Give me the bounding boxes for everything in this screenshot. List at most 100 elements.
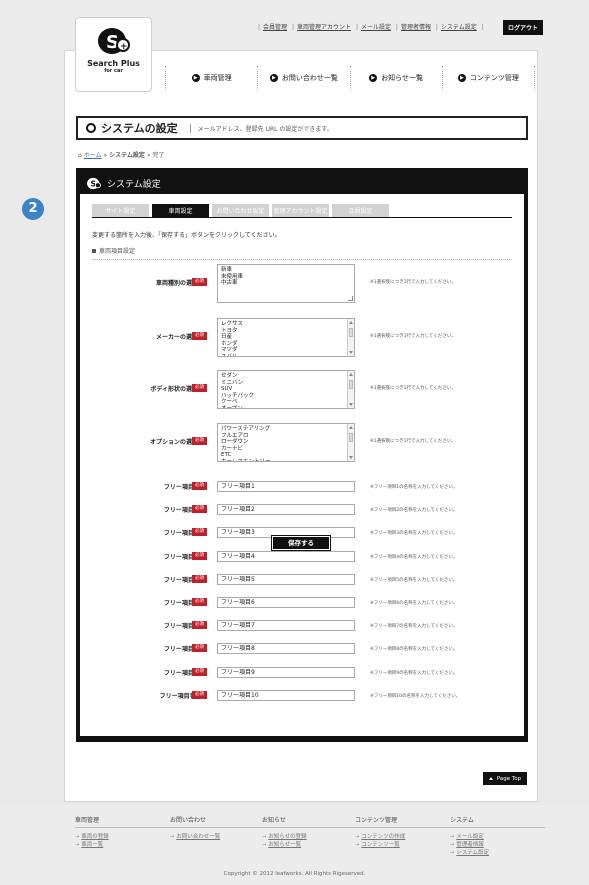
footer-link-wrap: → 管理者情報 [450,840,545,848]
nav-vehicles[interactable]: ▶ 車両管理 [165,66,257,90]
arrow-icon: → [170,834,175,840]
scroll-thumb[interactable] [349,433,353,442]
settings-panel: S システム設定 サイト設定 車両設定 お問い合わせ設定 管理アカウント設定 会… [76,168,528,742]
toplink-vehicle-accounts[interactable]: 車両管理アカウント [297,24,351,31]
breadcrumb-last: 完了 [152,152,165,159]
choices-textarea[interactable]: レクサス トヨタ 日産 ホンダ マツダ スバル [217,318,355,357]
svg-text:+: + [120,42,128,52]
separator: | [395,24,398,31]
footer-link-wrap: → システム設定 [450,848,545,856]
tab-admin-account[interactable]: 管理アカウント設定 [272,204,329,217]
free-item-note: ※フリー項目2の名称を入力してください。 [370,508,458,513]
toplink-mail-settings[interactable]: メール設定 [361,24,391,31]
copyright: Copyright © 2012 leafworks. All Rights R… [223,871,366,877]
free-item-note: ※フリー項目8の名称を入力してください。 [370,647,458,652]
scroll-down-icon[interactable] [349,456,353,459]
logo-subtitle: for car [104,68,123,74]
free-item-input[interactable]: フリー項目10 [217,690,355,701]
breadcrumb-home[interactable]: ホーム [84,152,102,159]
page-subtitle: メールアドレス、登録先 URL の設定ができます。 [189,123,333,133]
free-item-input[interactable]: フリー項目7 [217,620,355,631]
footer-column: システム → メール設定 → 管理者情報 → システム設定 [450,815,545,856]
nav-inquiries[interactable]: ▶ お問い合わせ一覧 [257,66,349,90]
square-icon [92,249,96,253]
scroll-up-icon[interactable] [349,321,353,324]
circle-icon [86,123,96,133]
breadcrumb-separator: » [103,152,108,159]
separator: | [481,24,484,31]
footer-heading: システム [450,815,545,828]
arrow-icon: → [75,842,80,848]
footer-link-wrap: → 車両の登録 [75,832,170,840]
choices-textarea[interactable]: セダン ミニバン SUV ハッチバック クーペ オープン [217,370,355,409]
toplink-admin-info[interactable]: 管理者情報 [401,24,431,31]
tab-members[interactable]: 会員設定 [332,204,389,217]
tab-site[interactable]: サイト設定 [92,204,149,217]
free-item-note: ※フリー項目4の名称を入力してください。 [370,555,458,560]
logout-button[interactable]: ログアウト [503,20,544,35]
nav-label: お知らせ一覧 [381,74,424,82]
section-heading: 車両項目設定 [92,246,512,260]
scrollbar[interactable] [347,371,354,408]
footer-link-wrap: → コンテンツ一覧 [355,840,450,848]
page-top-button[interactable]: Page Top [483,772,527,785]
free-item-input[interactable]: フリー項目8 [217,643,355,654]
choices-textarea[interactable]: 新車 未使用車 中古車 [217,264,355,303]
page-title: システムの設定 [101,122,178,135]
scrollbar[interactable] [347,424,354,461]
required-badge: 必須 [192,384,207,392]
footer-column: 車両管理 → 車両の登録 → 車両一覧 [75,815,170,848]
footer-link-wrap: → メール設定 [450,832,545,840]
scroll-thumb[interactable] [349,328,353,337]
scroll-down-icon[interactable] [349,351,353,354]
nav-label: 車両管理 [203,74,232,82]
footer-column: お問い合わせ → お問い合わせ一覧 [170,815,265,840]
free-item-note: ※フリー項目9の名称を入力してください。 [370,671,458,676]
free-item-input[interactable]: フリー項目9 [217,667,355,678]
free-item-input[interactable]: フリー項目1 [217,481,355,492]
toplink-members[interactable]: 会員管理 [263,24,287,31]
footer-heading: お知らせ [262,815,357,828]
logo[interactable]: S + Search Plus for car [75,17,152,92]
free-item-input[interactable]: フリー項目2 [217,504,355,515]
footer-link-wrap: → お問い合わせ一覧 [170,832,265,840]
free-item-input[interactable]: フリー項目6 [217,597,355,608]
footer: Copyright © 2012 leafworks. All Rights R… [0,805,589,885]
required-badge: 必須 [192,598,207,606]
required-badge: 必須 [192,505,207,513]
required-badge: 必須 [192,528,207,536]
logo-mark-icon: S [87,177,101,189]
breadcrumb-current: システム設定 [109,152,145,159]
logo-title: Search Plus [87,59,140,68]
footer-link[interactable]: システム設定 [456,850,489,856]
footer-link-wrap: → お知らせの登録 [262,832,357,840]
arrow-up-icon [488,777,493,780]
scroll-up-icon[interactable] [349,373,353,376]
nav-label: コンテンツ管理 [469,74,519,82]
resize-grip-icon[interactable] [348,296,353,301]
footer-link[interactable]: お問い合わせ一覧 [176,834,220,840]
tab-vehicle[interactable]: 車両設定 [152,204,209,217]
save-button[interactable]: 保存する [271,535,331,551]
section-label: 車両項目設定 [99,248,136,255]
breadcrumb-separator: » [146,152,151,159]
scroll-down-icon[interactable] [349,403,353,406]
nav-news[interactable]: ▶ お知らせ一覧 [349,66,442,90]
footer-heading: お問い合わせ [170,815,265,828]
scroll-up-icon[interactable] [349,426,353,429]
footer-link[interactable]: コンテンツ一覧 [361,842,400,848]
footer-column: コンテンツ管理 → コンテンツの作成 → コンテンツ一覧 [355,815,450,848]
footer-link-wrap: → 車両一覧 [75,840,170,848]
choices-textarea[interactable]: パワーステアリング フルエアロ ローダウン カーナビ ETC キーレスエントリー [217,423,355,462]
field-note: ※1選択肢につき1行で入力してください。 [370,439,456,444]
footer-link[interactable]: 車両一覧 [81,842,103,848]
scroll-thumb[interactable] [349,380,353,389]
free-item-input[interactable]: フリー項目5 [217,574,355,585]
footer-link[interactable]: お知らせ一覧 [268,842,301,848]
tab-inquiry[interactable]: お問い合わせ設定 [212,204,269,217]
nav-contents[interactable]: ▶ コンテンツ管理 [441,66,535,90]
arrow-icon: → [262,842,267,848]
free-item-input[interactable]: フリー項目4 [217,551,355,562]
scrollbar[interactable] [347,319,354,356]
toplink-system-settings[interactable]: システム設定 [441,24,477,31]
